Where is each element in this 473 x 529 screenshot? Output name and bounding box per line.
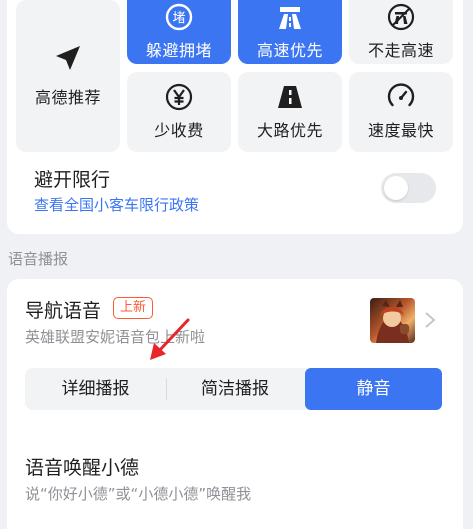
new-badge: 上新: [113, 297, 154, 319]
congestion-icon: 堵: [165, 3, 193, 31]
speedometer-icon: [387, 83, 415, 111]
no-highway-icon: [387, 3, 415, 31]
tile-main-road[interactable]: 大路优先: [238, 72, 342, 152]
yuan-icon: [165, 83, 193, 111]
tile-label: 大路优先: [256, 121, 323, 140]
tile-recommend[interactable]: 高德推荐: [16, 0, 120, 152]
tile-label: 不走高速: [367, 41, 434, 60]
nav-voice-subtitle: 英雄联盟安妮语音包上新啦: [25, 328, 206, 346]
avoid-restriction-toggle[interactable]: [381, 173, 436, 203]
tile-highway-first[interactable]: 高速优先: [238, 0, 342, 64]
road-icon: [276, 83, 304, 111]
tile-label: 高速优先: [256, 41, 323, 60]
tile-label: 高德推荐: [34, 88, 101, 107]
tile-no-highway[interactable]: 不走高速: [349, 0, 453, 64]
tile-less-toll[interactable]: 少收费: [127, 72, 231, 152]
voice-wake-subtitle: 说“你好小德”或“小德小德”唤醒我: [25, 485, 252, 503]
mode-detailed[interactable]: 详细播报: [25, 368, 166, 410]
voice-wake-row[interactable]: 语音唤醒小德: [25, 453, 139, 480]
svg-text:堵: 堵: [172, 11, 185, 26]
voice-pack-avatar[interactable]: [370, 298, 415, 343]
highway-icon: [276, 3, 304, 31]
tile-label: 少收费: [154, 121, 204, 140]
navigation-arrow-icon: [54, 44, 82, 72]
restriction-policy-link[interactable]: 查看全国小客车限行政策: [34, 194, 199, 215]
toggle-knob: [384, 176, 408, 200]
tile-fastest[interactable]: 速度最快: [349, 72, 453, 152]
mode-concise[interactable]: 简洁播报: [166, 368, 304, 410]
nav-voice-row[interactable]: 导航语音: [25, 296, 101, 323]
tile-avoid-jam[interactable]: 堵 躲避拥堵: [127, 0, 231, 64]
tile-label: 速度最快: [367, 121, 434, 140]
chevron-right-icon[interactable]: [424, 311, 436, 333]
voice-mode-selector: 详细播报 简洁播报 静音: [25, 368, 442, 410]
tile-label: 躲避拥堵: [145, 41, 212, 60]
avoid-restriction-label: 避开限行: [34, 169, 111, 191]
mode-mute[interactable]: 静音: [305, 368, 442, 410]
voice-section-title: 语音播报: [8, 250, 69, 268]
